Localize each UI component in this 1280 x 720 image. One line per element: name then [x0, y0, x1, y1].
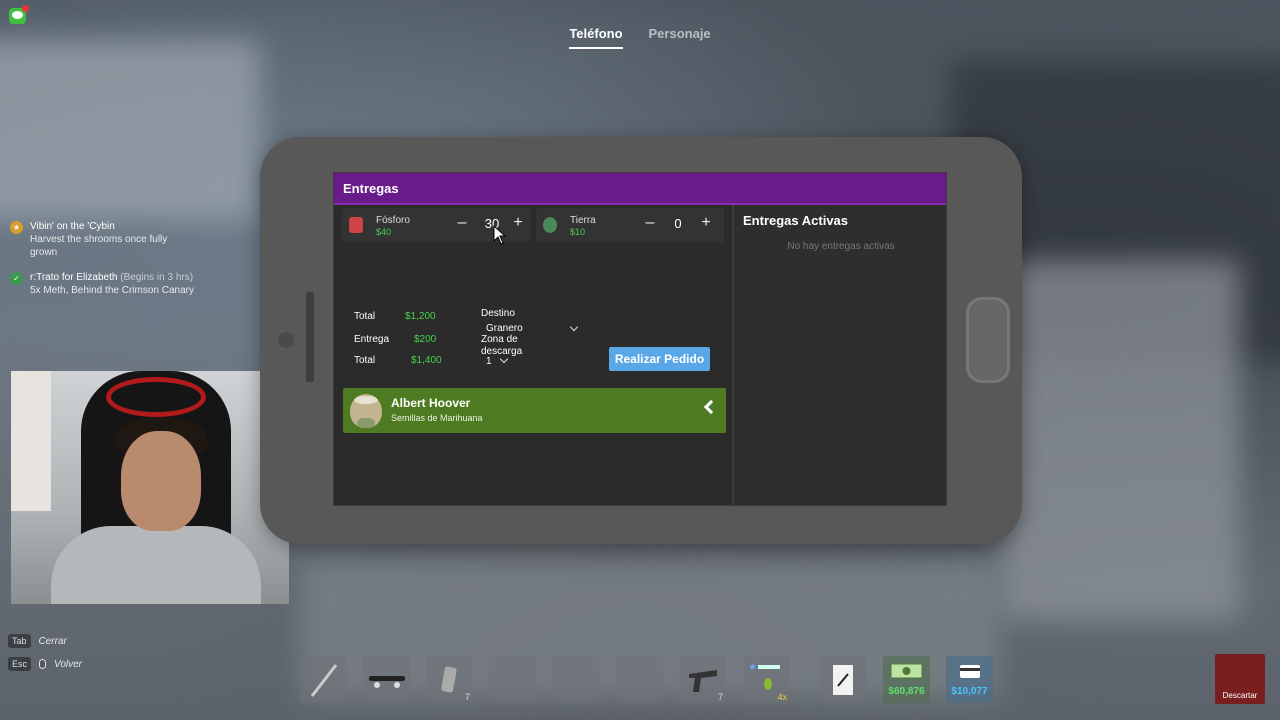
- supplier-row[interactable]: Albert Hoover Semillas de Marihuana: [343, 388, 726, 433]
- background-wall: [0, 40, 260, 220]
- product-price: $40: [376, 227, 392, 237]
- active-deliveries-empty: No hay entregas activas: [787, 241, 895, 252]
- background-door: [1000, 260, 1240, 620]
- soil-bag-icon: [543, 217, 557, 233]
- tab-phone[interactable]: Teléfono: [569, 26, 623, 49]
- product-price: $10: [570, 227, 586, 237]
- hotbar-slot[interactable]: ★ 4x: [743, 656, 790, 703]
- hint-label: Cerrar: [38, 635, 67, 647]
- webcam-overlay: [11, 371, 289, 604]
- avatar: [350, 394, 382, 428]
- top-tabs: Teléfono Personaje: [0, 26, 1280, 49]
- quest-timer: (Begins in 3 hrs): [120, 272, 194, 283]
- hotbar: 7 7 ★ 4x $60,876 $10,077: [0, 656, 1280, 706]
- active-deliveries-title: Entregas Activas: [743, 213, 849, 228]
- destination-label: Destino: [481, 308, 515, 319]
- chevron-down-icon: [499, 354, 509, 364]
- quest-desc: Harvest the shrooms once fully grown: [30, 234, 168, 258]
- hotbar-slot-empty[interactable]: [552, 656, 599, 703]
- slot-count: 7: [717, 692, 723, 702]
- hint-close: Tab Cerrar: [8, 634, 82, 648]
- decrease-button[interactable]: –: [643, 214, 657, 232]
- skateboard-icon: [369, 676, 405, 688]
- product-name: Fósforo: [376, 215, 410, 226]
- discard-label: Descartar: [1222, 691, 1258, 700]
- bookshelf: [11, 371, 51, 511]
- match-box-icon: [349, 217, 363, 233]
- app-title: Entregas: [334, 173, 946, 205]
- place-order-button[interactable]: Realizar Pedido: [609, 347, 710, 371]
- phone-side-bar: [306, 292, 314, 382]
- increase-button[interactable]: +: [699, 214, 713, 232]
- decrease-button[interactable]: –: [455, 214, 469, 232]
- supplier-description: Semillas de Marihuana: [391, 413, 483, 423]
- hotbar-slot[interactable]: [363, 656, 410, 703]
- spray-can-icon: [441, 666, 457, 693]
- tab-character[interactable]: Personaje: [649, 26, 711, 49]
- destination-value: Granero: [486, 323, 523, 334]
- svg-text:★: ★: [748, 662, 757, 673]
- chair-logo: [106, 377, 206, 417]
- hotbar-slot[interactable]: 7: [426, 656, 473, 703]
- tab-key: Tab: [8, 634, 31, 648]
- cash-amount: $60,876: [888, 686, 925, 697]
- cash-slot[interactable]: $60,876: [883, 656, 930, 703]
- product-soil: Tierra $10 – +: [536, 208, 724, 242]
- deliveries-app: Entregas Fósforo $40 – + Tierra $10 – +: [333, 172, 947, 506]
- quest-item: ✓ r:Trato for Elizabeth (Begins in 3 hrs…: [10, 271, 300, 297]
- subtotal-label: Total: [354, 311, 376, 322]
- total-value: $1,400: [411, 355, 442, 366]
- hotbar-slot-empty[interactable]: [616, 656, 663, 703]
- hotbar-slot-notes[interactable]: [819, 656, 866, 703]
- hotbar-slot[interactable]: 7: [679, 656, 726, 703]
- delivery-fee-value: $200: [414, 334, 437, 345]
- slot-count: 4x: [777, 692, 787, 702]
- quest-title: r:Trato for Elizabeth (Begins in 3 hrs): [30, 271, 194, 284]
- increase-button[interactable]: +: [511, 214, 525, 232]
- cash-icon: [890, 663, 923, 679]
- quest-item: ★ Vibin' on the 'Cybin Harvest the shroo…: [10, 220, 300, 259]
- product-row: Fósforo $40 – + Tierra $10 – +: [334, 208, 724, 242]
- delivery-fee-label: Entrega: [354, 334, 390, 345]
- quest-title-text: r:Trato for Elizabeth: [30, 272, 118, 283]
- drop-zone-select[interactable]: 1: [481, 354, 509, 369]
- star-icon: ★: [10, 221, 23, 234]
- deal-icon: ✓: [10, 272, 23, 285]
- product-name: Tierra: [570, 215, 596, 226]
- slot-count: 7: [464, 692, 470, 702]
- quest-title: Vibin' on the 'Cybin: [30, 221, 115, 232]
- person-shirt: [51, 526, 261, 604]
- quest-desc: 5x Meth, Behind the Crimson Canary: [30, 285, 194, 296]
- quest-list: ★ Vibin' on the 'Cybin Harvest the shroo…: [10, 220, 300, 309]
- discard-button[interactable]: Descartar: [1215, 654, 1265, 704]
- active-deliveries-pane: Entregas Activas No hay entregas activas: [732, 205, 946, 505]
- quantity-input[interactable]: [666, 216, 690, 231]
- card-slot[interactable]: $10,077: [946, 656, 993, 703]
- notepad-icon: [833, 665, 853, 695]
- messages-icon[interactable]: [9, 5, 29, 24]
- drop-zone-value: 1: [486, 356, 492, 367]
- phone-home-button[interactable]: [966, 297, 1010, 383]
- subtotal-value: $1,200: [405, 311, 436, 322]
- chevron-left-icon[interactable]: [703, 399, 719, 415]
- supplier-name: Albert Hoover: [391, 396, 471, 410]
- bat-icon: [310, 664, 338, 697]
- total-label: Total: [354, 355, 376, 366]
- hotbar-slot-empty[interactable]: [489, 656, 536, 703]
- phone-camera: [278, 332, 294, 348]
- pistol-icon: [689, 670, 717, 692]
- person-face: [121, 431, 201, 531]
- hotbar-slot[interactable]: [300, 656, 347, 703]
- order-pane: Fósforo $40 – + Tierra $10 – + Total $1,…: [334, 205, 730, 505]
- credit-card-icon: [960, 665, 980, 678]
- chevron-down-icon: [569, 322, 579, 332]
- card-balance: $10,077: [951, 686, 988, 697]
